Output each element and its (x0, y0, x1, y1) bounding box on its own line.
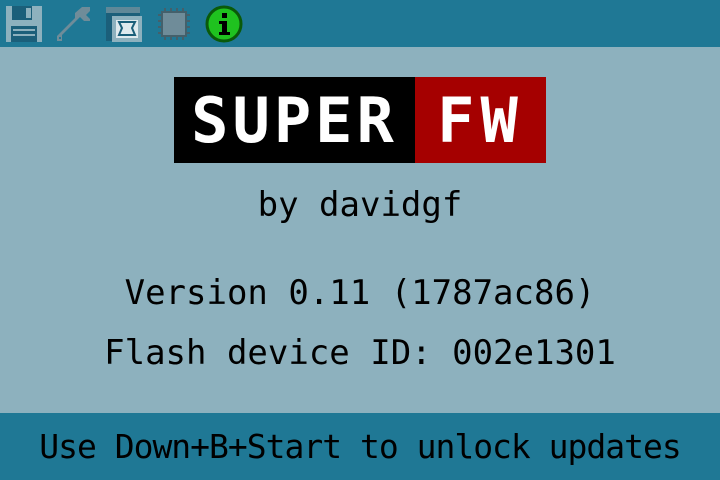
logo-super-text: SUPER (174, 77, 415, 163)
flash-device-id-label: Flash device ID: 002e1301 (104, 333, 616, 373)
unlock-hint-text: Use Down+B+Start to unlock updates (39, 427, 682, 466)
about-panel: SUPER FW by davidgf Version 0.11 (1787ac… (0, 47, 720, 413)
version-label: Version 0.11 (1787ac86) (124, 273, 596, 313)
author-label: by davidgf (257, 185, 463, 225)
top-toolbar (0, 0, 720, 47)
chip-icon[interactable] (154, 4, 194, 44)
save-icon[interactable] (4, 4, 44, 44)
superfw-logo: SUPER FW (174, 77, 546, 163)
rom-window-icon[interactable] (104, 4, 144, 44)
logo-fw-text: FW (415, 77, 546, 163)
wrench-icon[interactable] (54, 4, 94, 44)
status-bar: Use Down+B+Start to unlock updates (0, 413, 720, 480)
info-icon[interactable] (204, 4, 244, 44)
